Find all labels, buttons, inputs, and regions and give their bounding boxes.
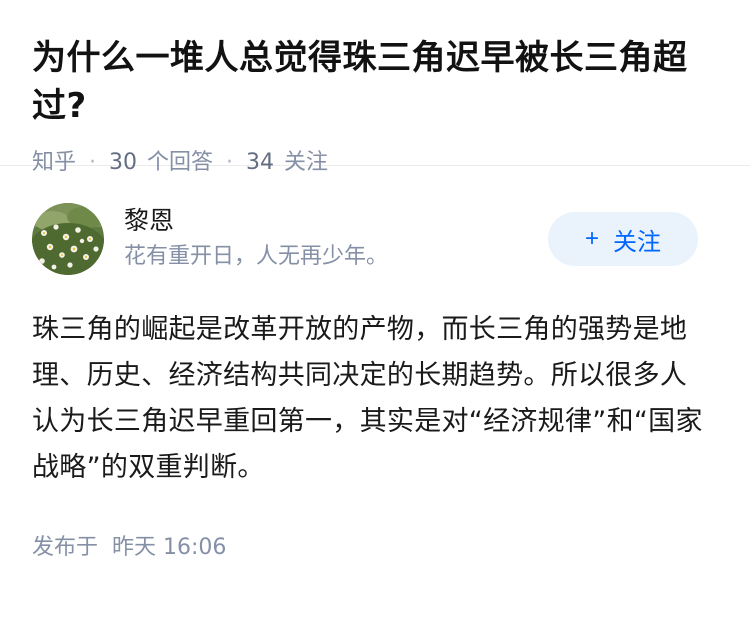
follow-button-label: 关注 <box>613 228 661 256</box>
answer-card: 黎恩 花有重开日，人无再少年。 + 关注 珠三角的崛起是改革开放的产物，而长三角… <box>0 166 750 563</box>
question-header: 为什么一堆人总觉得珠三角迟早被长三角超过? 知乎 · 30 个回答 · 34 关… <box>0 0 750 175</box>
author-row: 黎恩 花有重开日，人无再少年。 + 关注 <box>32 202 718 276</box>
answer-time: 发布于 昨天 16:06 <box>32 533 718 563</box>
follow-button[interactable]: + 关注 <box>548 212 698 266</box>
publish-time: 昨天 16:06 <box>112 535 227 560</box>
answer-content[interactable]: 珠三角的崛起是改革开放的产物，而长三角的强势是地理、历史、经济结构共同决定的长期… <box>32 307 718 491</box>
answer-count: 30 <box>109 150 138 175</box>
author-bio: 花有重开日，人无再少年。 <box>124 244 389 269</box>
plus-icon: + <box>584 225 599 252</box>
source-label[interactable]: 知乎 <box>32 148 76 178</box>
answer-count-label[interactable]: 个回答 <box>147 148 213 178</box>
follower-count-label[interactable]: 关注 <box>284 148 328 178</box>
flower-field-avatar-icon <box>32 203 104 275</box>
author-name[interactable]: 黎恩 <box>124 205 388 237</box>
meta-separator: · <box>226 150 234 175</box>
author-info: 黎恩 花有重开日，人无再少年。 <box>124 205 388 273</box>
follower-count: 34 <box>246 150 275 175</box>
publish-label: 发布于 <box>32 535 99 560</box>
author-avatar[interactable] <box>32 203 104 275</box>
question-title[interactable]: 为什么一堆人总觉得珠三角迟早被长三角超过? <box>32 34 718 130</box>
meta-separator: · <box>89 150 97 175</box>
